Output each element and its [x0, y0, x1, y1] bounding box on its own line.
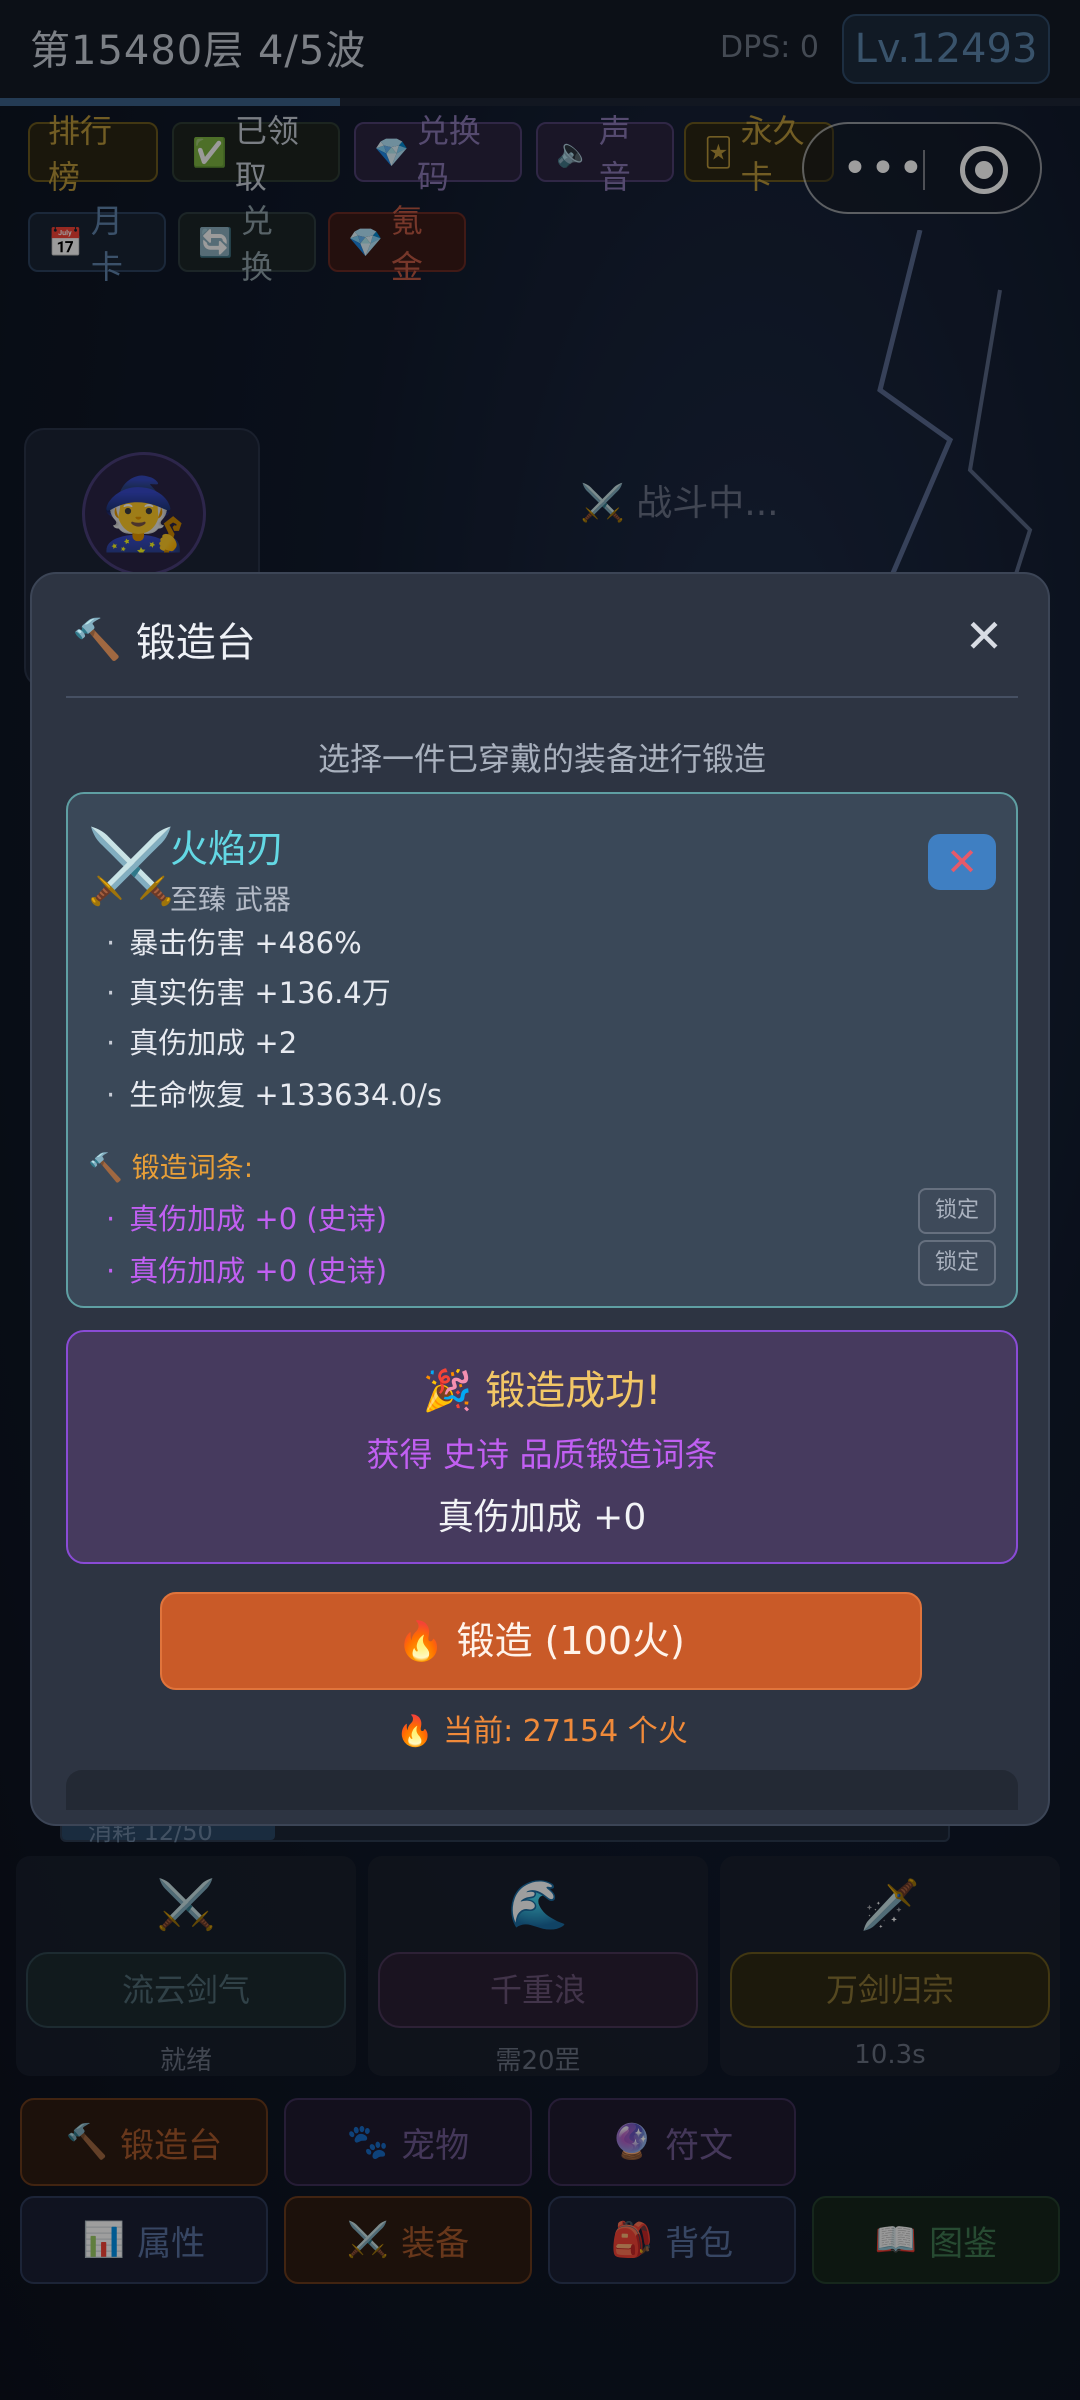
modal-title: 🔨 锻造台: [72, 610, 256, 668]
affix-text: 真伤加成 +0 (史诗): [129, 1254, 388, 1288]
forge-success-title: 🎉 锻造成功!: [68, 1358, 1016, 1416]
forge-button-label: 锻造 (100火): [456, 1619, 685, 1663]
forge-success-result: 真伤加成 +0: [437, 1497, 647, 1538]
stat-line: · 暴击伤害 +486%: [106, 926, 362, 960]
game-screen: 第15480层 4/5波 DPS: 0 Lv.12493 排行榜 ✅ 已领取 💎…: [0, 0, 1080, 2400]
crossed-swords-icon: ⚔️: [86, 824, 176, 908]
lock-affix-button[interactable]: 锁定: [918, 1240, 996, 1286]
forge-success-desc: 获得 史诗 品质锻造词条: [366, 1435, 718, 1474]
hammer-icon: 🔨: [88, 1151, 123, 1184]
party-popper-icon: 🎉: [422, 1368, 473, 1414]
forge-affix-heading: 🔨 锻造词条:: [88, 1146, 253, 1186]
remove-item-button[interactable]: ✕: [928, 834, 996, 890]
item-type: 至臻 武器: [170, 883, 291, 916]
forge-success-text: 锻造成功!: [485, 1368, 662, 1414]
selected-item-card: ⚔️ 火焰刃 至臻 武器 ✕ · 暴击伤害 +486% · 真实伤害 +136.4万…: [66, 792, 1018, 1308]
forge-button[interactable]: 🔥 锻造 (100火): [160, 1592, 922, 1690]
modal-instruction: 选择一件已穿戴的装备进行锻造: [317, 740, 766, 778]
fire-icon: 🔥: [396, 1714, 434, 1749]
forge-affix-heading-text: 锻造词条:: [131, 1151, 254, 1184]
affix-line: · 真伤加成 +0 (史诗): [106, 1202, 388, 1236]
item-name: 火焰刃: [170, 827, 285, 871]
fire-balance-text: 当前: 27154 个火: [443, 1714, 688, 1749]
modal-scroll-edge: [66, 1770, 1018, 1810]
fire-balance: 🔥 当前: 27154 个火: [32, 1706, 1048, 1750]
stat-text: 真实伤害 +136.4万: [129, 976, 391, 1010]
affix-text: 真伤加成 +0 (史诗): [129, 1202, 388, 1236]
forge-modal: 🔨 锻造台 ✕ 选择一件已穿戴的装备进行锻造 ⚔️ 火焰刃 至臻 武器 ✕ · 暴…: [30, 572, 1050, 1826]
modal-divider: [66, 696, 1018, 698]
lock-affix-button[interactable]: 锁定: [918, 1188, 996, 1234]
close-icon[interactable]: ✕: [952, 604, 1016, 668]
affix-line: · 真伤加成 +0 (史诗): [106, 1254, 388, 1288]
modal-title-text: 锻造台: [135, 620, 256, 666]
stat-text: 暴击伤害 +486%: [129, 926, 362, 960]
stat-text: 生命恢复 +133634.0/s: [129, 1078, 442, 1112]
stat-text: 真伤加成 +2: [129, 1026, 298, 1060]
hammer-icon: 🔨: [72, 616, 122, 663]
fire-icon: 🔥: [397, 1619, 445, 1663]
stat-line: · 真实伤害 +136.4万: [106, 976, 391, 1010]
stat-line: · 生命恢复 +133634.0/s: [106, 1078, 442, 1112]
stat-line: · 真伤加成 +2: [106, 1026, 298, 1060]
forge-result-card: 🎉 锻造成功! 获得 史诗 品质锻造词条 真伤加成 +0: [66, 1330, 1018, 1564]
